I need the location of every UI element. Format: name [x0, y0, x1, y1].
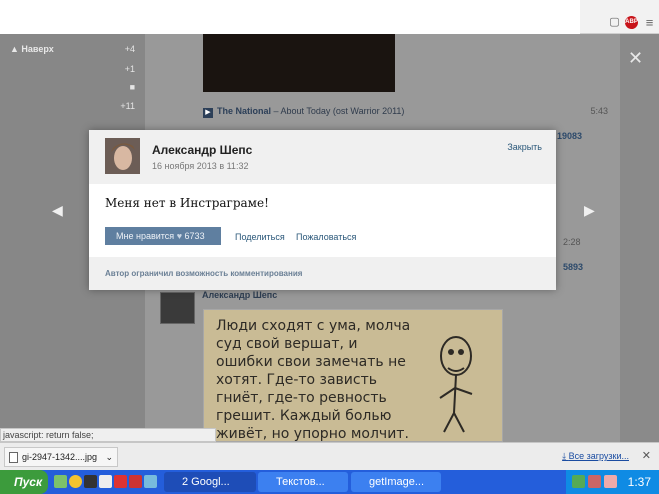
music-title: – About Today (ost Warrior 2011) [271, 106, 405, 116]
address-bar[interactable] [0, 0, 580, 34]
page-icon[interactable]: ▢ [608, 16, 621, 29]
cartoon-figure [439, 336, 473, 433]
quicklaunch-icon-5[interactable] [114, 475, 127, 488]
task-image[interactable]: getImage... [351, 472, 441, 492]
counter-3: +11 [120, 101, 135, 111]
modal-footer: Автор ограничил возможность комментирова… [89, 257, 556, 290]
side-number-2: 2:28 [563, 237, 581, 247]
system-tray: 1:37 [566, 470, 659, 494]
side-number-1: 19083 [557, 131, 583, 141]
close-downloads-icon[interactable]: ✕ [642, 449, 651, 462]
quicklaunch-icon-4[interactable] [99, 475, 112, 488]
file-icon [9, 452, 18, 464]
counter-1: +4 [124, 44, 135, 54]
browser-toolbar: ▢ ABP ≡ [0, 0, 659, 34]
clock: 1:37 [627, 475, 651, 489]
scroll-up-label: Наверх [21, 44, 54, 54]
all-downloads-link[interactable]: ⤓ Все загрузки... [562, 451, 629, 462]
quicklaunch-icon-7[interactable] [144, 475, 157, 488]
meme-image[interactable]: Люди сходят с ума, молча суд свой вершат… [203, 309, 503, 442]
post-text: Меня нет в Инстраграме! [105, 196, 269, 210]
tray-icon-2[interactable] [588, 475, 601, 488]
like-button[interactable]: Мне нравится ♥ 6733 [105, 227, 221, 245]
music-artist[interactable]: The National [217, 106, 271, 116]
tray-icon-3[interactable] [604, 475, 617, 488]
side-number-3: 5893 [563, 262, 584, 272]
close-link[interactable]: Закрыть [507, 142, 542, 152]
music-duration: 5:43 [590, 106, 608, 116]
meme-text: Люди сходят с ума, молча суд свой вершат… [216, 318, 411, 442]
author-avatar[interactable] [105, 138, 140, 174]
quicklaunch-icon-1[interactable] [54, 475, 67, 488]
avatar-face-icon [105, 138, 140, 174]
chevron-down-icon[interactable]: ⌄ [105, 448, 113, 466]
close-overlay-icon[interactable]: ✕ [628, 48, 643, 69]
quicklaunch-icon-6[interactable] [129, 475, 142, 488]
quicklaunch-icon-3[interactable] [84, 475, 97, 488]
modal-header: Александр Шепс 16 ноября 2013 в 11:32 За… [89, 130, 556, 184]
start-button[interactable]: Пуск [0, 470, 48, 494]
post-modal: Александр Шепс 16 ноября 2013 в 11:32 За… [89, 130, 556, 290]
prev-arrow-icon[interactable]: ◀ [52, 202, 63, 219]
download-item[interactable]: gi-2947-1342....jpg ⌄ [4, 447, 118, 467]
message-icon: ■ [129, 82, 135, 92]
heart-icon: ♥ [176, 231, 183, 241]
tray-icon-1[interactable] [572, 475, 585, 488]
downloads-bar: gi-2947-1342....jpg ⌄ ⤓ Все загрузки... … [0, 442, 659, 470]
scroll-up-link[interactable]: ▲ Наверх [10, 44, 54, 54]
status-bar: javascript: return false; [0, 428, 216, 442]
like-label: Мне нравится [116, 231, 175, 241]
task-text-editor[interactable]: Текстов... [258, 472, 348, 492]
report-link[interactable]: Пожаловаться [296, 232, 356, 242]
share-link[interactable]: Поделиться [235, 232, 285, 242]
menu-icon[interactable]: ≡ [643, 16, 656, 29]
chrome-icon[interactable] [69, 475, 82, 488]
comments-restricted-note: Автор ограничил возможность комментирова… [105, 269, 303, 278]
video-thumbnail[interactable] [203, 34, 395, 92]
post-author[interactable]: Александр Шепс [202, 290, 277, 300]
post-avatar[interactable] [160, 292, 195, 324]
post-date[interactable]: 16 ноября 2013 в 11:32 [152, 161, 248, 171]
counter-2: +1 [124, 64, 135, 74]
adblock-icon[interactable]: ABP [625, 16, 638, 29]
download-file-name: gi-2947-1342....jpg [22, 452, 98, 462]
music-track[interactable]: ▶ The National – About Today (ost Warrior… [203, 106, 404, 118]
author-name[interactable]: Александр Шепс [152, 143, 252, 157]
taskbar: Пуск 2 Googl... Текстов... getImage... 1… [0, 470, 659, 494]
all-downloads-label: Все загрузки... [568, 451, 629, 461]
like-count: 6733 [184, 231, 205, 241]
next-arrow-icon[interactable]: ▶ [584, 202, 595, 219]
task-chrome[interactable]: 2 Googl... [164, 472, 256, 492]
play-icon[interactable]: ▶ [203, 108, 213, 118]
